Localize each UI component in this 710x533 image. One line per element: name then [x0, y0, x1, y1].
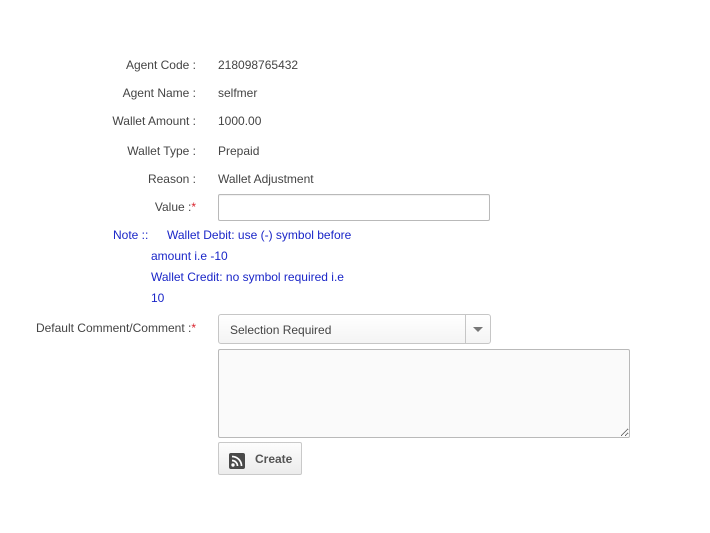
- reason-value: Wallet Adjustment: [218, 172, 314, 186]
- rss-feed-icon: [229, 453, 245, 469]
- agent-name-label: Agent Name :: [122, 86, 196, 100]
- value-label: Value :*: [0, 200, 196, 214]
- create-button-label: Create: [255, 452, 293, 466]
- note-debit-line2: amount i.e -10: [151, 249, 228, 263]
- wallet-type-label: Wallet Type :: [127, 144, 196, 158]
- agent-code-value: 218098765432: [218, 58, 299, 72]
- agent-code-label: Agent Code :: [125, 58, 196, 72]
- wallet-amount-label: Wallet Amount :: [112, 114, 196, 128]
- comment-textarea[interactable]: [218, 349, 630, 438]
- value-input[interactable]: [218, 194, 490, 221]
- reason-label: Reason :: [147, 172, 196, 186]
- value-label-text: Value :: [154, 200, 192, 214]
- chevron-down-icon[interactable]: [465, 315, 490, 343]
- comment-label-text: Default Comment/Comment :: [35, 321, 192, 335]
- wallet-type-value: Prepaid: [218, 144, 260, 158]
- comment-label: Default Comment/Comment :*: [0, 321, 196, 335]
- note-label: Note ::: [113, 228, 149, 242]
- create-button[interactable]: Create: [218, 442, 302, 475]
- agent-name-value: selfmer: [218, 86, 258, 100]
- note-credit-line2: 10: [151, 291, 165, 305]
- comment-select[interactable]: Selection Required: [218, 314, 491, 344]
- wallet-amount-value: 1000.00: [218, 114, 262, 128]
- comment-required-mark: *: [191, 321, 196, 335]
- comment-select-value: Selection Required: [230, 323, 332, 337]
- value-required-mark: *: [191, 200, 196, 214]
- note-debit-line1: Wallet Debit: use (-) symbol before: [167, 228, 352, 242]
- note-credit-line1: Wallet Credit: no symbol required i.e: [151, 270, 344, 284]
